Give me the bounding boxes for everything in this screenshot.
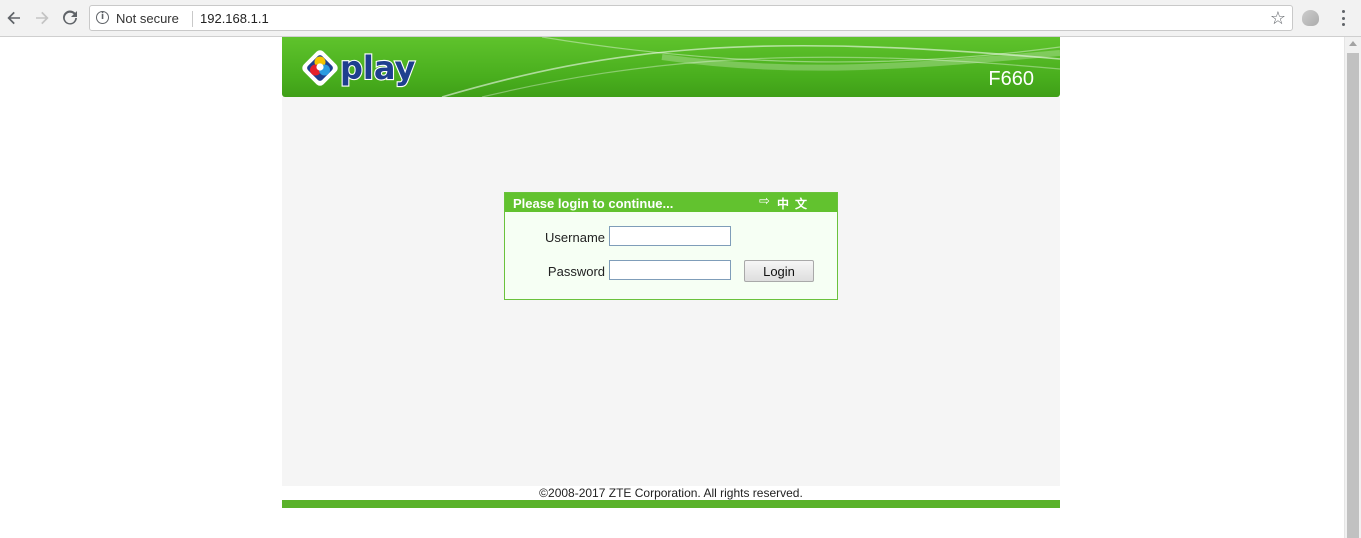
- vertical-scrollbar[interactable]: [1344, 37, 1361, 538]
- username-label: Username: [545, 230, 605, 245]
- reload-icon[interactable]: [59, 8, 81, 28]
- login-button[interactable]: Login: [744, 260, 814, 282]
- model-label: F660: [988, 68, 1034, 90]
- logo-wordmark: play: [340, 49, 415, 87]
- back-icon[interactable]: [3, 8, 25, 28]
- login-panel-header: Please login to continue... ⇨ 中文: [505, 193, 837, 212]
- address-bar[interactable]: i Not secure 192.168.1.1 ☆: [89, 5, 1293, 31]
- scroll-thumb[interactable]: [1347, 53, 1359, 538]
- arrow-right-icon[interactable]: ⇨: [759, 194, 770, 209]
- login-title: Please login to continue...: [513, 196, 674, 211]
- play-logo: play: [298, 46, 428, 92]
- router-login-page: play F660 Please login to continue... ⇨ …: [282, 37, 1060, 508]
- copyright-text: ©2008-2017 ZTE Corporation. All rights r…: [539, 486, 803, 500]
- browser-menu-icon[interactable]: [1336, 8, 1350, 28]
- password-label: Password: [547, 264, 605, 279]
- footer-bar: [282, 500, 1060, 508]
- username-input[interactable]: [609, 226, 731, 246]
- language-switch-link[interactable]: 中文: [777, 195, 813, 212]
- forward-icon[interactable]: [31, 8, 53, 28]
- info-icon[interactable]: i: [96, 11, 109, 24]
- password-input[interactable]: [609, 260, 731, 280]
- header-banner: play F660: [282, 37, 1060, 97]
- login-panel: Please login to continue... ⇨ 中文 Usernam…: [504, 192, 838, 300]
- extension-icon[interactable]: [1302, 10, 1319, 26]
- url-separator: [192, 11, 193, 27]
- security-status[interactable]: Not secure: [116, 11, 179, 26]
- bookmark-star-icon[interactable]: ☆: [1270, 8, 1286, 29]
- url-text[interactable]: 192.168.1.1: [200, 11, 269, 26]
- browser-toolbar: i Not secure 192.168.1.1 ☆: [0, 0, 1361, 37]
- content-area: Please login to continue... ⇨ 中文 Usernam…: [282, 97, 1060, 486]
- scroll-up-arrow-icon[interactable]: [1349, 41, 1357, 46]
